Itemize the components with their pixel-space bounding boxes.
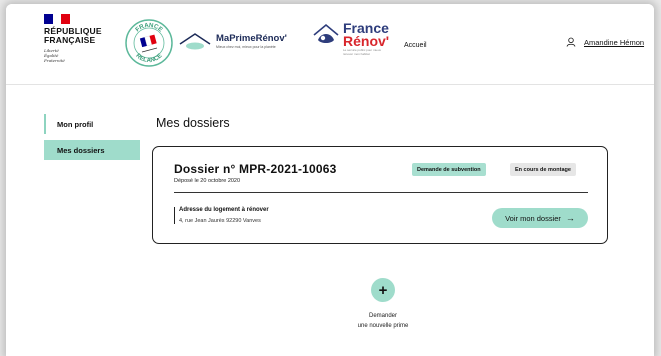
divider: [174, 192, 588, 193]
sidebar-item-mon-profil[interactable]: Mon profil: [44, 114, 140, 134]
app-window: RÉPUBLIQUE FRANÇAISE Liberté Égalité Fra…: [6, 4, 654, 356]
sidebar-item-label: Mes dossiers: [57, 145, 105, 155]
sidebar-item-mes-dossiers[interactable]: Mes dossiers: [44, 140, 140, 160]
address-label: Adresse du logement à rénover: [179, 207, 269, 213]
dossier-depose-date: Déposé le 20 octobre 2020: [174, 178, 241, 184]
republique-text: RÉPUBLIQUE FRANÇAISE: [44, 27, 102, 45]
page-title: Mes dossiers: [156, 116, 230, 130]
arrow-right-icon: →: [565, 213, 575, 223]
status-badge: En cours de montage: [510, 163, 576, 176]
republique-line2: FRANÇAISE: [44, 35, 96, 45]
user-name: Amandine Hémon: [584, 37, 645, 47]
address-block: Adresse du logement à rénover 4, rue Jea…: [174, 207, 269, 224]
new-request-line1: Demander: [368, 313, 397, 319]
devise-fraternite: Fraternité: [44, 58, 65, 63]
france-renov-line2: Rénov': [343, 33, 390, 49]
dossier-card: Dossier n° MPR-2021-10063 Déposé le 20 o…: [152, 146, 608, 244]
dossier-title: Dossier n° MPR-2021-10063: [174, 162, 337, 176]
devise: Liberté Égalité Fraternité: [44, 48, 102, 63]
france-renov-logo[interactable]: France Rénov' Le service public pour mie…: [311, 21, 391, 56]
house-logo-icon: [179, 33, 211, 50]
sidebar-nav: Mon profil Mes dossiers: [44, 114, 140, 160]
maprimerenov-tagline: Mieux chez moi, mieux pour la planète: [216, 45, 276, 49]
sidebar-item-label: Mon profil: [57, 119, 94, 129]
new-request-line2: une nouvelle prime: [357, 323, 409, 329]
maprimerenov-title: MaPrimeRénov': [216, 33, 287, 44]
maprimerenov-logo[interactable]: MaPrimeRénov' Mieux chez moi, mieux pour…: [178, 32, 287, 50]
plus-icon: +: [378, 281, 388, 299]
user-account-link[interactable]: Amandine Hémon: [566, 37, 644, 47]
voir-mon-dossier-button[interactable]: Voir mon dossier →: [492, 208, 588, 228]
france-relance-logo: FRANCE RELANCE: [124, 18, 174, 68]
address-value: 4, rue Jean Jaurès 92290 Vanves: [179, 218, 261, 224]
voir-mon-dossier-label: Voir mon dossier: [505, 213, 561, 223]
france-relance-seal-icon: FRANCE RELANCE: [125, 19, 173, 67]
french-flag-icon: [44, 14, 71, 24]
add-prime-button[interactable]: +: [371, 278, 395, 302]
user-icon: [566, 37, 576, 47]
site-header: RÉPUBLIQUE FRANÇAISE Liberté Égalité Fra…: [6, 4, 654, 85]
france-renov-tagline: Le service public pour mieux rénover mon…: [343, 48, 382, 56]
france-renov-roof-icon: [313, 23, 339, 43]
new-request-text[interactable]: Demander une nouvelle prime: [322, 311, 444, 331]
republique-francaise-logo[interactable]: RÉPUBLIQUE FRANÇAISE Liberté Égalité Fra…: [44, 14, 102, 63]
badge-demande-subvention: Demande de subvention: [412, 163, 486, 176]
nav-accueil-link[interactable]: Accueil: [404, 42, 427, 49]
